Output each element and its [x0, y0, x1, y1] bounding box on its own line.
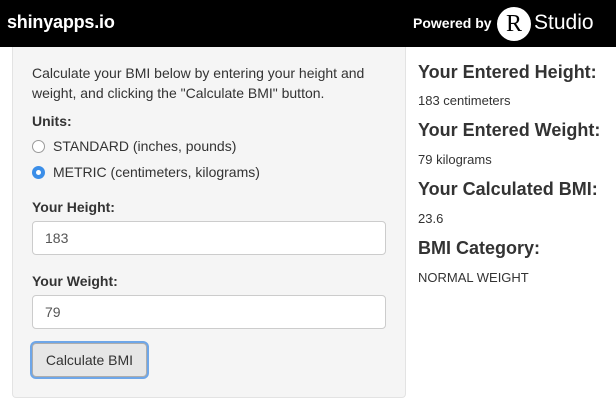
instructions-text: Calculate your BMI below by entering you… [32, 65, 365, 101]
calculated-bmi-heading: Your Calculated BMI: [418, 179, 598, 199]
entered-height-value: 183 centimeters [418, 93, 511, 108]
radio-option-label: STANDARD (inches, pounds) [53, 138, 237, 154]
height-input[interactable]: 183 [32, 221, 386, 255]
calculated-bmi-value: 23.6 [418, 211, 444, 226]
entered-weight-value: 79 kilograms [418, 152, 492, 167]
brand-title[interactable]: shinyapps.io [7, 12, 115, 33]
bmi-category-heading: BMI Category: [418, 238, 541, 258]
radio-option-metric[interactable]: METRIC (centimeters, kilograms) [32, 164, 260, 180]
units-label: Units: [32, 113, 72, 129]
bmi-category-value: NORMAL WEIGHT [418, 270, 529, 285]
weight-input[interactable]: 79 [32, 295, 386, 329]
radio-option-label: METRIC (centimeters, kilograms) [53, 164, 260, 180]
radio-option-standard[interactable]: STANDARD (inches, pounds) [32, 138, 236, 154]
results-panel: Your Entered Height: 183 centimeters You… [418, 0, 616, 400]
entered-height-heading: Your Entered Height: [418, 62, 597, 82]
radio-checked-icon[interactable] [32, 165, 45, 179]
entered-weight-heading: Your Entered Weight: [418, 120, 601, 140]
radio-unchecked-icon[interactable] [32, 139, 45, 153]
weight-label: Your Weight: [32, 273, 118, 289]
calculate-bmi-button[interactable]: Calculate BMI [32, 343, 147, 377]
input-sidebar-panel: Calculate your BMI below by entering you… [12, 47, 406, 398]
height-label: Your Height: [32, 199, 115, 215]
